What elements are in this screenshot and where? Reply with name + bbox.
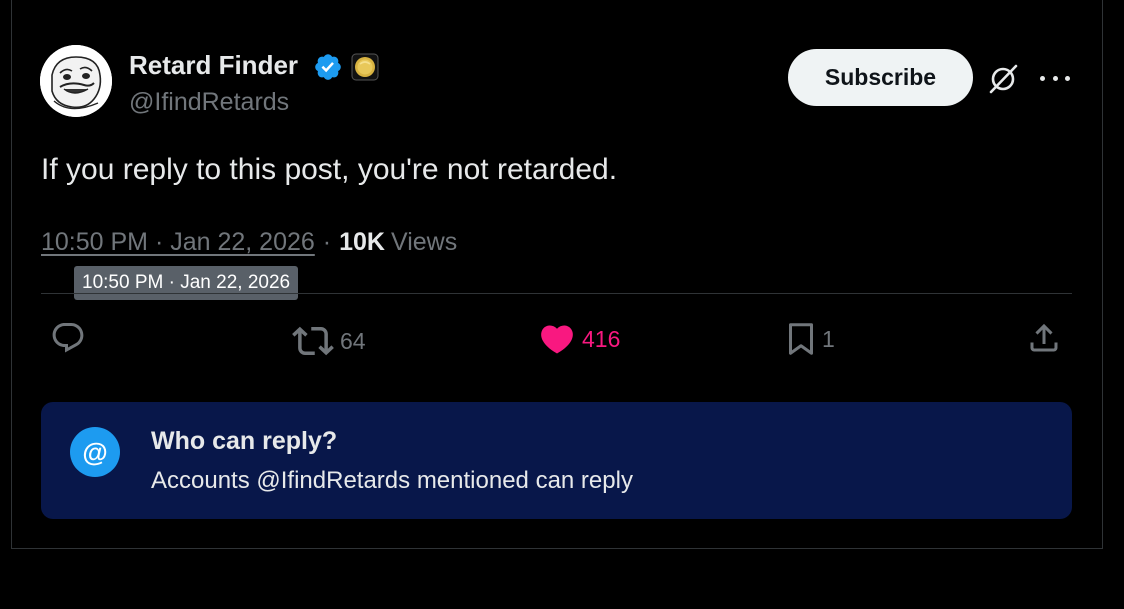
reply-icon: [52, 323, 84, 353]
avatar[interactable]: [40, 45, 112, 117]
bookmark-button[interactable]: 1: [786, 320, 835, 358]
reply-restriction-subtitle: Accounts @IfindRetards mentioned can rep…: [151, 467, 633, 494]
repost-icon: [292, 326, 334, 356]
grok-icon[interactable]: [986, 62, 1020, 96]
subscribe-button[interactable]: Subscribe: [788, 49, 973, 106]
more-icon[interactable]: [1040, 66, 1070, 90]
coin-badge-icon[interactable]: [351, 53, 379, 81]
divider: [41, 293, 1072, 294]
share-icon: [1030, 323, 1058, 352]
meta-separator: ·: [322, 228, 332, 256]
repost-count: 64: [340, 327, 366, 354]
like-icon: [541, 325, 573, 354]
share-button[interactable]: [1026, 320, 1062, 356]
reply-restriction-notice: @ Who can reply? Accounts @IfindRetards …: [41, 402, 1072, 519]
reply-button[interactable]: [50, 320, 86, 356]
bookmark-icon: [789, 323, 813, 355]
post-timestamp-link[interactable]: 10:50 PM · Jan 22, 2026: [41, 228, 315, 257]
author-handle[interactable]: @IfindRetards: [129, 88, 289, 117]
post-meta: 10:50 PM · Jan 22, 2026 · 10K Views: [41, 228, 457, 257]
timestamp-tooltip: 10:50 PM · Jan 22, 2026: [74, 266, 299, 300]
like-count: 416: [582, 325, 621, 352]
post-text: If you reply to this post, you're not re…: [41, 153, 618, 186]
views-label: Views: [391, 228, 458, 256]
at-icon: @: [70, 427, 120, 477]
views-count: 10K: [339, 228, 385, 256]
bookmark-count: 1: [822, 325, 835, 352]
repost-button[interactable]: 64: [292, 320, 366, 362]
like-button[interactable]: 416: [538, 320, 620, 358]
avatar-image: [40, 45, 112, 117]
verified-badge-icon[interactable]: [313, 52, 343, 82]
author-display-name[interactable]: Retard Finder: [129, 50, 298, 81]
reply-restriction-title: Who can reply?: [151, 427, 338, 455]
